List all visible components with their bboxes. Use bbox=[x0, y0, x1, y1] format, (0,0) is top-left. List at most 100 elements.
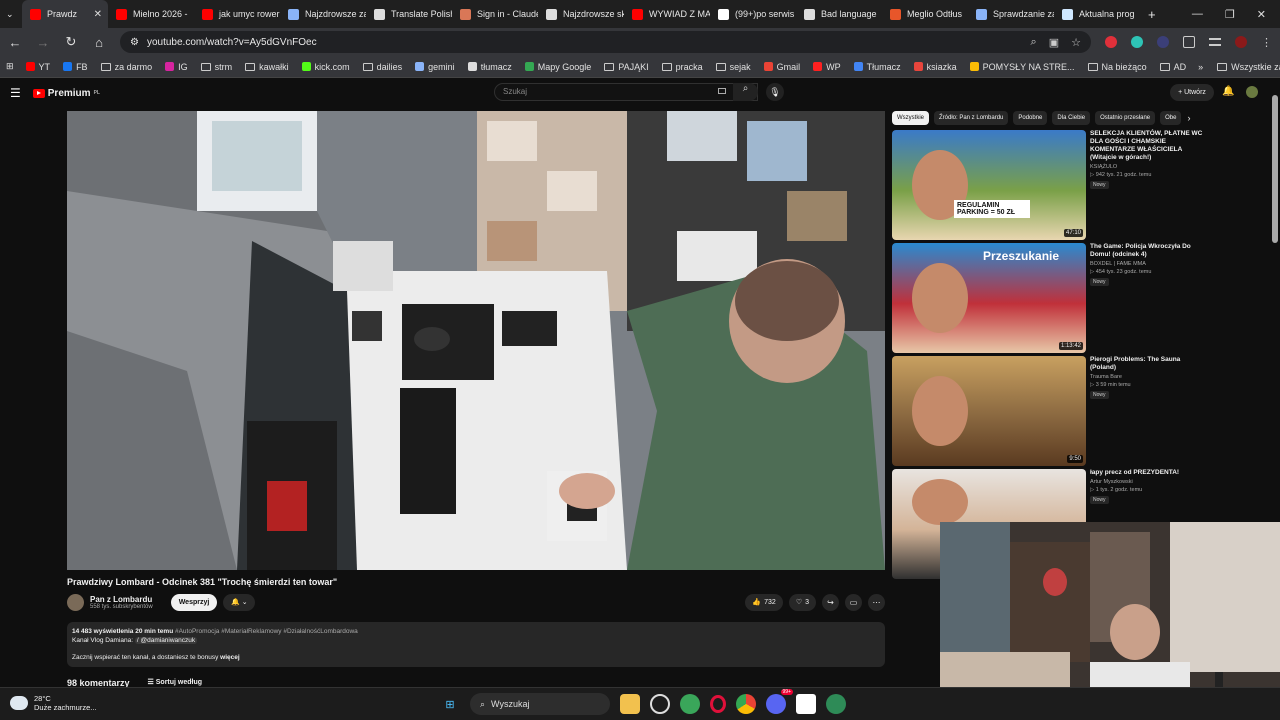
tab-close-icon[interactable]: ✕ bbox=[94, 9, 102, 20]
video-description[interactable]: 14 483 wyświetlenia 20 min temu #AutoPro… bbox=[67, 622, 885, 667]
reading-list-icon[interactable] bbox=[1209, 38, 1221, 46]
bookmark-item[interactable]: kawałki bbox=[245, 62, 289, 72]
channel-avatar[interactable] bbox=[67, 593, 84, 611]
record-extension-icon[interactable] bbox=[1105, 36, 1117, 48]
video-player[interactable] bbox=[67, 111, 885, 570]
browser-tab[interactable]: Mielno 2026 - bbox=[108, 0, 194, 28]
apps-grid-icon[interactable]: ⊞ bbox=[6, 61, 14, 72]
shield-app-icon[interactable] bbox=[680, 694, 700, 714]
more-bookmarks-icon[interactable]: » bbox=[1198, 62, 1203, 72]
discord-icon[interactable]: 99+ bbox=[766, 689, 793, 714]
recommended-video[interactable]: Przeszukanie 1:13:42 The Game: Policja Wkr… bbox=[892, 243, 1212, 353]
browser-tab[interactable]: Meglio Odtłus bbox=[882, 0, 968, 28]
voice-search-button[interactable]: 🎙 bbox=[766, 83, 784, 101]
bookmark-item[interactable]: ksiazka bbox=[913, 62, 957, 72]
channel-handle-link[interactable]: / @damianiwanczuk bbox=[134, 637, 198, 644]
browser-tab[interactable]: (99+)po serwis bbox=[710, 0, 796, 28]
recommended-channel-name[interactable]: Trauma Bare bbox=[1090, 374, 1208, 380]
browser-tab[interactable]: Aktualna prog bbox=[1054, 0, 1140, 28]
bookmark-item[interactable]: WP bbox=[813, 62, 841, 72]
bookmark-item[interactable]: dailies bbox=[362, 62, 402, 72]
bookmark-item[interactable]: sejak bbox=[715, 62, 751, 72]
share-button[interactable]: ↪ bbox=[822, 593, 839, 611]
cast-icon[interactable]: ▣ bbox=[1049, 36, 1059, 49]
notifications-icon[interactable]: 🔔 bbox=[1222, 86, 1234, 97]
windows-start-icon[interactable]: ⊞ bbox=[440, 694, 460, 714]
comments-badge-button[interactable]: ♡ 3 bbox=[788, 593, 816, 611]
hashtags[interactable]: #AutoPromocja #MateriałReklamowy #Działa… bbox=[175, 628, 358, 635]
notification-bell-button[interactable]: 🔔 ⌄ bbox=[223, 593, 256, 611]
browser-tab[interactable]: WYWIAD Z MA bbox=[624, 0, 710, 28]
notes-icon[interactable] bbox=[796, 694, 816, 714]
chrome-icon[interactable] bbox=[736, 694, 756, 714]
recommended-channel-name[interactable]: BOXDEL | FAME MMA bbox=[1090, 261, 1208, 267]
channel-name[interactable]: Pan z Lombardu bbox=[90, 595, 153, 604]
save-button[interactable]: ▭ bbox=[845, 593, 862, 611]
browser-tab[interactable]: Bad language bbox=[796, 0, 882, 28]
browser-tab[interactable]: Sprawdzanie za bbox=[968, 0, 1054, 28]
like-button[interactable]: 👍 732 bbox=[745, 593, 783, 611]
menu-icon[interactable]: ☰ bbox=[10, 86, 21, 100]
browser-tab[interactable]: Translate Polish bbox=[366, 0, 452, 28]
close-window-icon[interactable]: ✕ bbox=[1257, 8, 1266, 21]
bookmark-item[interactable]: Na bieżąco bbox=[1087, 62, 1147, 72]
restore-icon[interactable]: ❐ bbox=[1225, 8, 1235, 21]
filter-chip[interactable]: Obe bbox=[1160, 111, 1182, 125]
file-explorer-icon[interactable] bbox=[620, 694, 640, 714]
bookmark-item[interactable]: FB bbox=[63, 62, 88, 72]
recommended-video-title[interactable]: SELEKCJA KLIENTÓW, PŁATNE WC DLA GOŚCI I… bbox=[1090, 130, 1208, 162]
globe-icon[interactable] bbox=[826, 694, 846, 714]
keyboard-icon[interactable] bbox=[718, 88, 726, 94]
back-icon[interactable]: ← bbox=[8, 35, 22, 50]
translate-extension-icon[interactable] bbox=[1131, 36, 1143, 48]
bookmark-item[interactable]: kick.com bbox=[301, 62, 350, 72]
video-thumbnail[interactable]: 9:50 bbox=[892, 356, 1086, 466]
new-tab-button[interactable]: + bbox=[1140, 0, 1166, 28]
recommended-video-title[interactable]: The Game: Policja Wkroczyła Do Domu! (od… bbox=[1090, 243, 1208, 259]
filter-chip[interactable]: Ostatnio przesłane bbox=[1095, 111, 1156, 125]
site-info-icon[interactable]: ⚙ bbox=[130, 37, 139, 48]
puzzle-icon[interactable] bbox=[1183, 36, 1195, 48]
bookmark-star-icon[interactable]: ☆ bbox=[1071, 36, 1081, 49]
bookmark-item[interactable]: strm bbox=[200, 62, 232, 72]
show-more-link[interactable]: więcej bbox=[220, 654, 240, 661]
browser-tab[interactable]: Prawdz ✕ bbox=[22, 0, 108, 28]
youtube-logo[interactable]: Premium PL bbox=[32, 88, 100, 99]
bookmark-item[interactable]: AD bbox=[1159, 62, 1186, 72]
bookmark-item[interactable]: YT bbox=[25, 62, 50, 72]
chevron-right-icon[interactable]: › bbox=[1187, 113, 1190, 123]
bookmark-item[interactable]: IG bbox=[165, 62, 188, 72]
minimize-icon[interactable]: — bbox=[1192, 8, 1203, 21]
browser-tab[interactable]: Najzdrowsze za bbox=[280, 0, 366, 28]
scrollbar-thumb[interactable] bbox=[1272, 95, 1278, 243]
browser-tab[interactable]: jak umyc rower bbox=[194, 0, 280, 28]
bookmark-item[interactable]: tłumacz bbox=[467, 62, 512, 72]
recommended-channel-name[interactable]: Artur Myszkowski bbox=[1090, 479, 1208, 485]
browser-tab[interactable]: Sign in - Claude bbox=[452, 0, 538, 28]
filter-chip[interactable]: Dla Ciebie bbox=[1052, 111, 1091, 125]
zoom-icon[interactable]: ⌕ bbox=[1031, 36, 1037, 49]
bookmark-item[interactable]: PAJĄKI bbox=[604, 62, 649, 72]
bookmark-item[interactable]: pracka bbox=[661, 62, 703, 72]
recommended-video-title[interactable]: łapy precz od PREZYDENTA! bbox=[1090, 469, 1208, 477]
tab-search-menu[interactable]: ⌄ bbox=[0, 0, 22, 28]
bookmark-item[interactable]: Mapy Google bbox=[524, 62, 591, 72]
more-actions-button[interactable]: ⋯ bbox=[868, 593, 885, 611]
recommended-channel-name[interactable]: KSIĄŻULO bbox=[1090, 164, 1208, 170]
support-button[interactable]: Wesprzyj bbox=[170, 593, 218, 611]
bookmark-item[interactable]: Tłumacz bbox=[853, 62, 901, 72]
home-icon[interactable]: ⌂ bbox=[92, 35, 106, 50]
url-bar[interactable]: ⚙ youtube.com/watch?v=Ay5dGVnFOec ⌕ ▣ ☆ bbox=[120, 31, 1091, 53]
video-thumbnail[interactable]: REGULAMIN PARKING = 50 ZŁ 47:10 bbox=[892, 130, 1086, 240]
all-bookmarks-folder[interactable]: Wszystkie zakładki bbox=[1217, 62, 1280, 72]
recommended-video-title[interactable]: Pierogi Problems: The Sauna (Poland) bbox=[1090, 356, 1208, 372]
search-button[interactable]: ⌕ bbox=[733, 83, 758, 101]
reload-icon[interactable]: ↻ bbox=[64, 34, 78, 50]
forward-icon[interactable]: → bbox=[36, 35, 50, 50]
filter-chip[interactable]: Podobne bbox=[1013, 111, 1048, 125]
browser-tab[interactable]: Najzdrowsze sk bbox=[538, 0, 624, 28]
opera-icon[interactable] bbox=[710, 695, 726, 713]
taskbar-search[interactable]: ⌕ Wyszukaj bbox=[470, 693, 610, 715]
bookmark-item[interactable]: gemini bbox=[415, 62, 455, 72]
profile-icon[interactable] bbox=[1235, 36, 1247, 48]
